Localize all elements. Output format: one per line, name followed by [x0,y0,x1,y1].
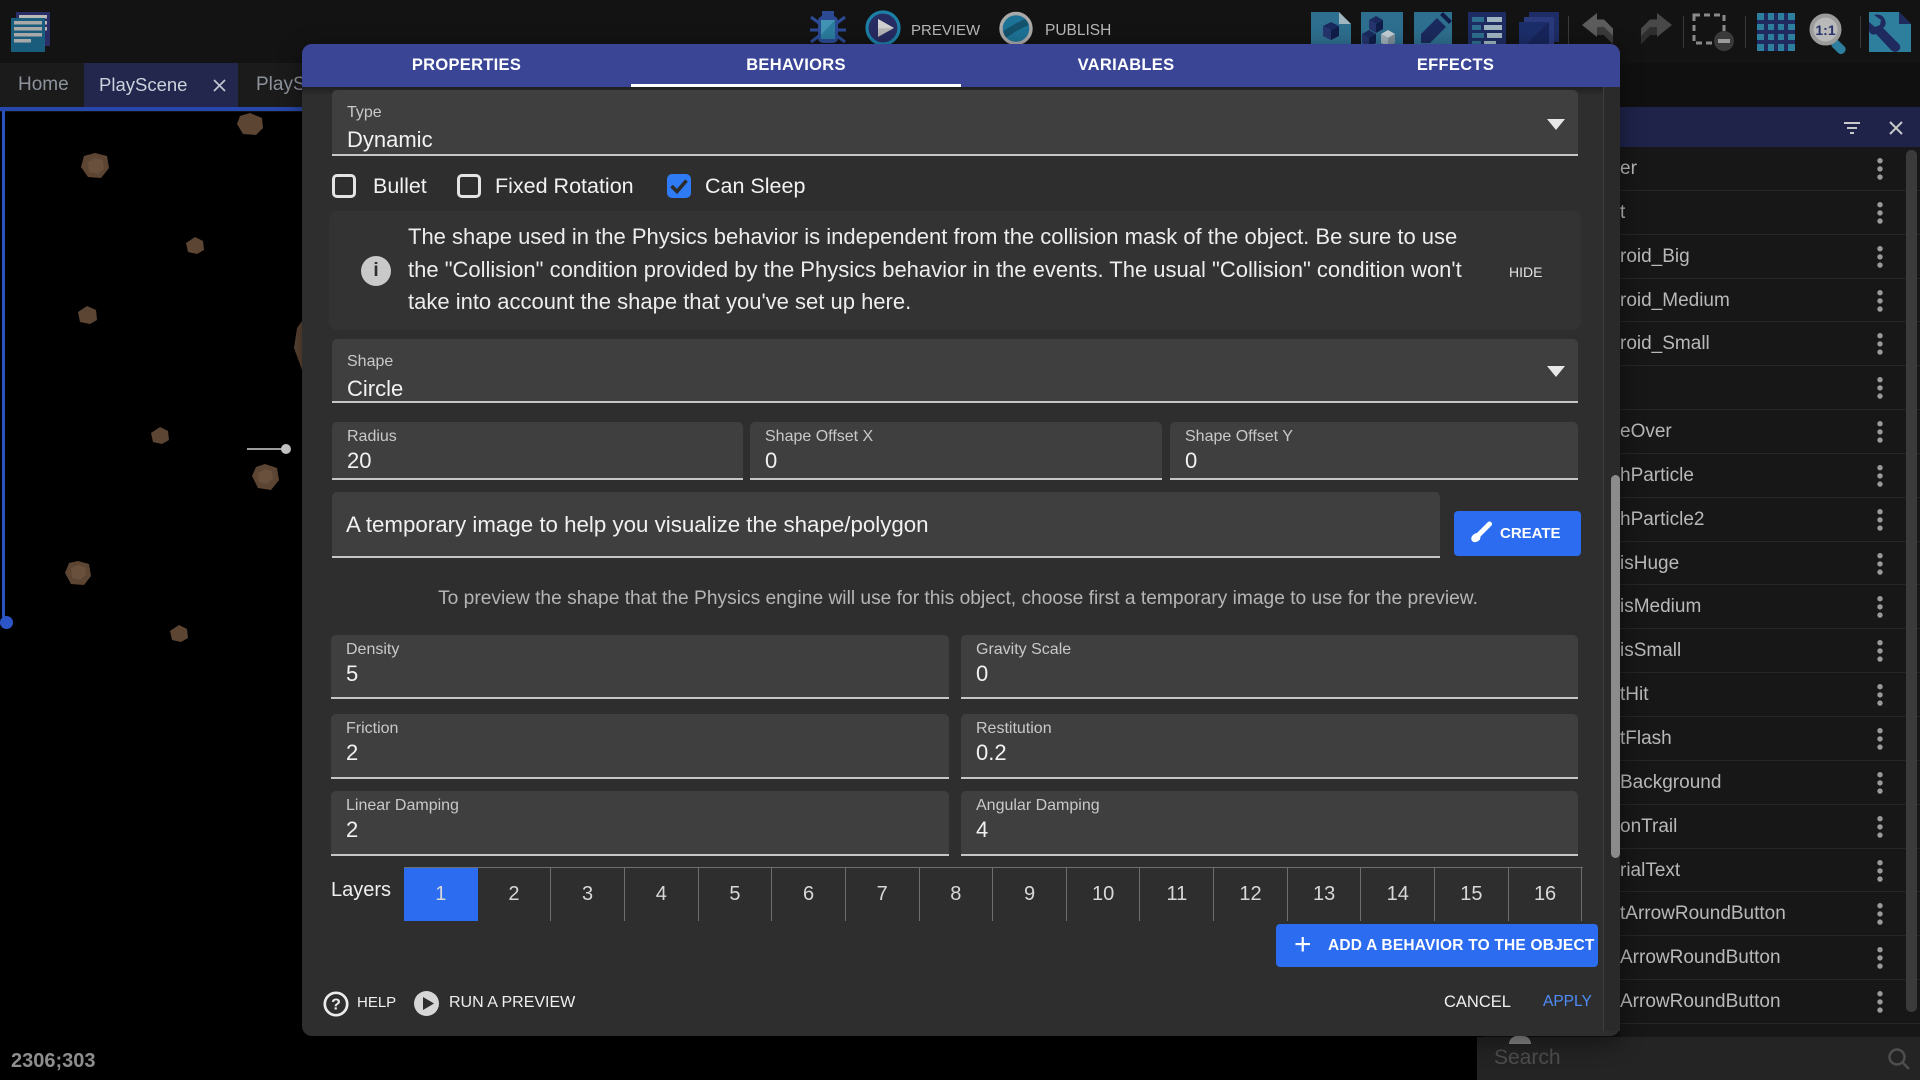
svg-text:?: ? [331,997,341,1014]
svg-text:1:1: 1:1 [1815,22,1835,38]
